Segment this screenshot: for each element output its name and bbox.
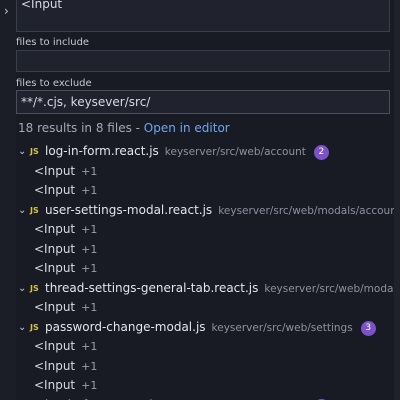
files-to-exclude-input[interactable]: **/*.cjs, keysever/src/ <box>16 90 390 114</box>
search-panel: <Input files to include files to exclude… <box>16 0 400 400</box>
file-result-label: password-change-modal.js keyserver/src/we… <box>45 318 376 338</box>
match-extra-count: +1 <box>81 359 98 373</box>
scrollbar[interactable] <box>394 0 400 400</box>
file-path: keyserver/src/web/modals/account <box>218 204 400 217</box>
match-extra-count: +1 <box>81 340 98 353</box>
file-name: password-change-modal.js <box>45 319 206 334</box>
javascript-file-icon: JS <box>30 322 39 332</box>
javascript-file-icon: JS <box>30 147 39 156</box>
javascript-file-icon: JS <box>30 205 39 215</box>
match-extra-count: +1 <box>81 379 98 392</box>
file-result-row[interactable]: ⌄ JS log-in-form.react.jskeyserver/src/web… <box>16 396 400 400</box>
chevron-down-icon[interactable]: ⌄ <box>18 318 26 338</box>
match-extra-count: +1 <box>81 223 98 236</box>
chevron-down-icon[interactable]: ⌄ <box>18 396 26 400</box>
match-text: <Input <box>34 300 76 314</box>
match-count-badge: 2 <box>313 145 329 160</box>
match-text: <Input <box>34 378 76 392</box>
match-result-row[interactable]: <Input +1 <box>16 240 400 260</box>
match-text: <Input <box>34 183 76 197</box>
results-count-text: 18 results in 8 files - <box>18 121 144 135</box>
file-result-label: log-in-form.react.jskeyserver/src/web/ac… <box>45 396 329 400</box>
file-result-row[interactable]: ⌄ JS log-in-form.react.js keyserver/src/web… <box>16 142 400 162</box>
match-extra-count: +1 <box>81 184 98 197</box>
match-count-badge: 3 <box>360 320 376 336</box>
files-to-include-label: files to include <box>16 37 90 48</box>
match-result-row[interactable]: <Input +1 <box>16 220 400 240</box>
match-text: <Input <box>34 163 76 178</box>
match-text: <Input <box>34 339 76 353</box>
file-result-row[interactable]: ⌄ JS user-settings-modal.react.js keyserver… <box>16 201 400 221</box>
file-name: user-settings-modal.react.js <box>45 202 213 217</box>
match-result-row[interactable]: <Input +1 <box>16 259 400 279</box>
match-text: <Input <box>34 358 76 373</box>
file-path: keyserver/src/web/modals/threads/setting… <box>264 282 400 295</box>
search-input[interactable]: <Input <box>16 0 390 32</box>
chevron-right-icon[interactable]: › <box>4 4 9 18</box>
file-path: keyserver/src/web/account <box>164 146 306 158</box>
results-summary: 18 results in 8 files - Open in editor <box>18 121 230 135</box>
match-result-row[interactable]: <Input +1 <box>16 376 400 396</box>
match-result-row[interactable]: <Input +1 <box>16 298 400 318</box>
match-extra-count: +1 <box>81 262 98 275</box>
activity-gutter: › <box>0 0 16 400</box>
file-result-label: user-settings-modal.react.js keyserver/sr… <box>45 201 400 221</box>
match-result-row[interactable]: <Input +1 <box>16 357 400 377</box>
open-in-editor-link[interactable]: Open in editor <box>144 121 230 135</box>
match-result-row[interactable]: <Input +1 <box>16 162 400 182</box>
file-result-label: log-in-form.react.js keyserver/src/web/ac… <box>45 142 329 162</box>
javascript-file-icon: JS <box>30 283 39 293</box>
file-result-label: thread-settings-general-tab.react.js keys… <box>45 279 400 299</box>
file-name: thread-settings-general-tab.react.js <box>45 280 259 295</box>
results-tree: ⌄ JS log-in-form.react.js keyserver/src/web… <box>16 142 400 400</box>
files-to-include-input[interactable] <box>16 50 390 72</box>
match-text: <Input <box>34 241 76 256</box>
file-result-row[interactable]: ⌄ JS password-change-modal.js keyserver/src… <box>16 318 400 338</box>
file-result-row[interactable]: ⌄ JS thread-settings-general-tab.react.js k… <box>16 279 400 299</box>
chevron-down-icon[interactable]: ⌄ <box>18 279 26 299</box>
match-result-row[interactable]: <Input +1 <box>16 337 400 357</box>
chevron-down-icon[interactable]: ⌄ <box>18 201 26 221</box>
file-name: log-in-form.react.js <box>45 144 159 158</box>
match-extra-count: +1 <box>81 301 98 314</box>
files-to-exclude-label: files to exclude <box>16 78 92 89</box>
match-text: <Input <box>34 222 76 236</box>
javascript-file-icon: JS <box>30 396 39 400</box>
match-result-row[interactable]: <Input +1 <box>16 181 400 201</box>
match-extra-count: +1 <box>81 242 98 256</box>
match-text: <Input <box>34 261 76 275</box>
chevron-down-icon[interactable]: ⌄ <box>18 142 26 162</box>
match-extra-count: +1 <box>81 164 98 178</box>
file-path: keyserver/src/web/settings <box>211 321 353 334</box>
